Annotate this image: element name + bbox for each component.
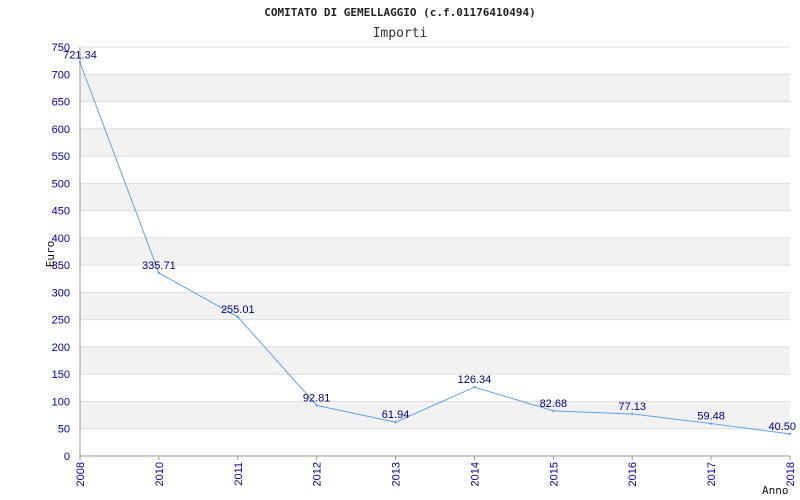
x-tick-label: 2013 [391,462,403,486]
data-label: 335.71 [142,260,176,272]
chart-container: 721.34 335.71 255.01 92.81 61.94 126.34 82.68 7… [0,0,800,500]
y-tick-label: 250 [52,315,70,327]
y-tick-label: 600 [52,124,70,136]
grid-band [80,183,790,211]
x-tick-label: 2012 [312,462,324,486]
y-tick-label: 100 [52,396,70,408]
grid-band [80,292,790,320]
y-tick-label: 550 [52,151,70,163]
data-point [788,432,792,436]
data-point [631,412,634,416]
data-point [552,409,555,413]
y-tick-label: 450 [52,206,70,218]
data-point [315,404,318,407]
x-tick-label: 2010 [154,462,166,486]
data-point [473,385,476,389]
data-label: 126.34 [458,374,492,386]
line-chart: 721.34335.71255.0192.8161.94126.3482.68 7… [44,6,797,497]
x-tick-label: 2018 [785,462,797,486]
data-point [78,61,82,64]
y-tick-label: 50 [58,424,70,436]
chart-title: COMITATO DI GEMELLAGGIO (c.f.01176410494… [264,6,536,19]
grid-band [80,237,790,266]
x-tick-labels: 2008 2010 2011 2012 2013 2014 2015 2016 2017 2018 [75,456,797,486]
data-point [394,421,397,424]
grid-band [80,346,790,375]
y-axis-title: Euro [44,241,57,268]
data-label: 61.94 [382,409,410,421]
data-label: 40.50 [768,421,796,433]
data-point [236,315,239,319]
y-tick-label: 150 [52,369,70,381]
grid-band [80,74,790,102]
data-label: 77.13 [618,401,646,413]
grid-band [80,401,790,429]
data-label: 255.01 [221,304,255,316]
data-point [709,422,713,425]
grid-band [80,128,790,157]
chart-subtitle: Importi [373,26,428,41]
y-tick-label: 700 [52,69,70,81]
y-tick-label: 750 [52,42,70,54]
x-tick-label: 2017 [706,462,718,486]
data-label: 92.81 [303,392,331,404]
x-axis-title: Anno [762,484,789,497]
grid-bands [80,74,790,429]
data-label: 59.48 [697,411,725,423]
y-tick-label: 300 [52,287,70,299]
x-tick-label: 2011 [233,462,245,486]
x-tick-label: 2015 [548,462,560,486]
y-tick-label: 200 [52,342,70,354]
y-tick-label: 0 [64,451,70,463]
data-point [157,271,161,275]
y-tick-label: 500 [52,178,70,190]
x-tick-label: 2016 [627,462,639,486]
x-tick-label: 2008 [75,462,87,486]
data-label: 82.68 [540,398,568,410]
x-tick-label: 2014 [469,462,481,486]
y-tick-label: 650 [52,97,70,109]
